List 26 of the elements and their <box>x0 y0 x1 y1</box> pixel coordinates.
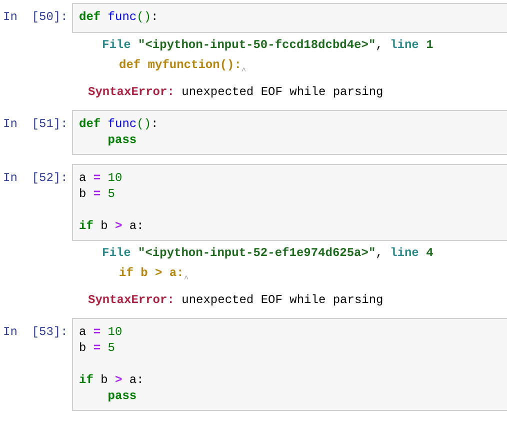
traceback-file-line: File ″<ipython-input-50-fccd18dcbd4e>″, line 1 <box>102 37 434 54</box>
code-cell[interactable]: def func(): <box>72 3 507 33</box>
traceback-file-line: File ″<ipython-input-52-ef1e974d625a>″, line 4 <box>102 245 434 262</box>
code-cell[interactable]: a = 10 b = 5 if b > a: pass <box>72 318 507 411</box>
input-prompt: In [50]: <box>2 9 69 26</box>
input-prompt: In [51]: <box>2 116 69 133</box>
code-line: a = 10 <box>79 324 124 340</box>
code-line: pass <box>106 132 138 148</box>
code-line: b = 5 <box>79 186 116 202</box>
code-line: if b > a: <box>79 218 145 234</box>
caret-marker: ^ <box>184 276 189 284</box>
traceback-source-line: if b > a: <box>119 265 184 282</box>
code-line: def func(): <box>79 116 160 132</box>
code-cell[interactable]: a = 10 b = 5 if b > a: <box>72 164 507 241</box>
input-prompt: In [52]: <box>2 170 69 187</box>
code-cell[interactable]: def func(): pass <box>72 110 507 155</box>
input-prompt: In [53]: <box>2 324 69 341</box>
code-line: a = 10 <box>79 170 124 186</box>
error-message: SyntaxError: unexpected EOF while parsing <box>88 292 384 309</box>
code-line: if b > a: <box>79 372 145 388</box>
traceback-source-line: def myfunction(): <box>119 57 242 74</box>
caret-marker: ^ <box>241 68 246 76</box>
error-message: SyntaxError: unexpected EOF while parsing <box>88 84 384 101</box>
code-line: def func(): <box>79 9 160 25</box>
code-line: pass <box>106 388 138 404</box>
code-line: b = 5 <box>79 340 116 356</box>
